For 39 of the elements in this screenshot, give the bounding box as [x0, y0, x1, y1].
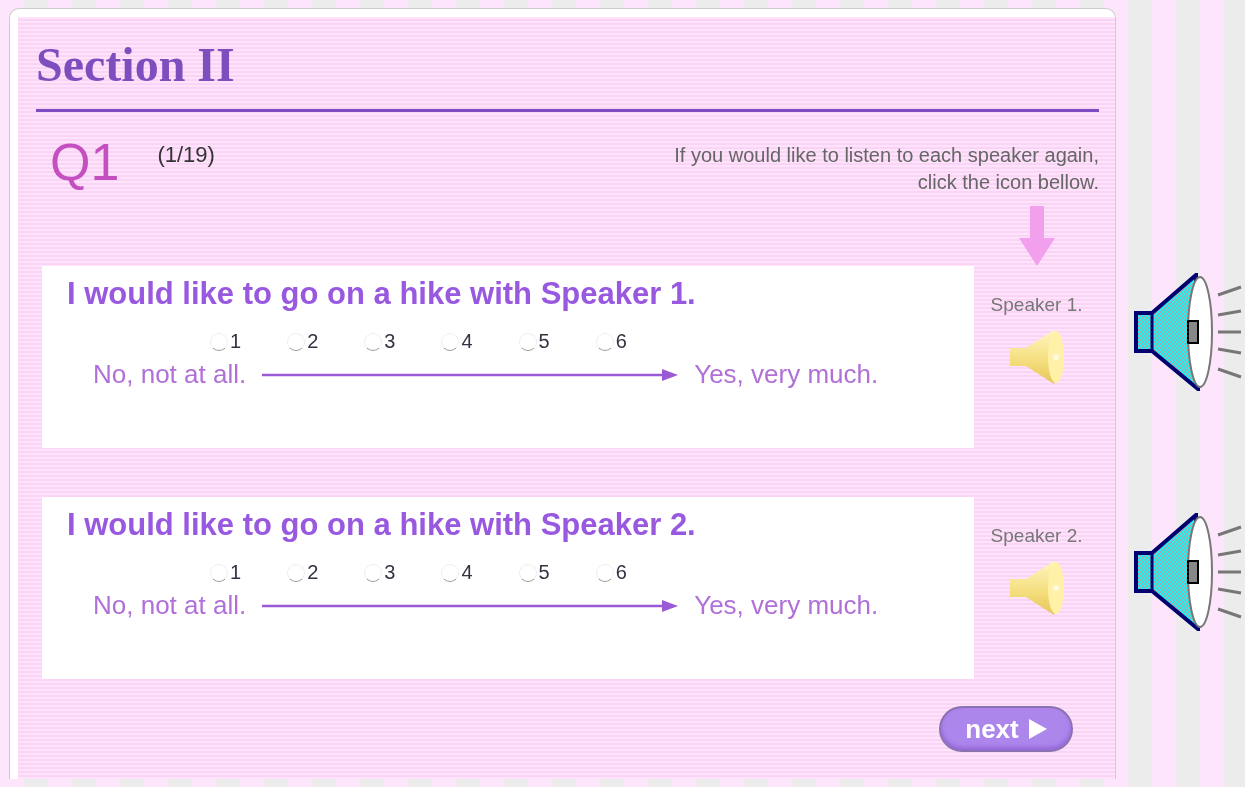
- speaker-icon[interactable]: [1134, 273, 1243, 391]
- radio-button[interactable]: [287, 563, 306, 582]
- rating-option[interactable]: 5: [518, 330, 550, 353]
- radio-button[interactable]: [364, 332, 383, 351]
- radio-button[interactable]: [441, 563, 460, 582]
- rating-option[interactable]: 5: [518, 561, 550, 584]
- rating-option[interactable]: 1: [210, 330, 242, 353]
- down-arrow-icon: [1019, 206, 1055, 266]
- scale-low-label: No, not at all.: [93, 359, 247, 390]
- radio-button[interactable]: [595, 332, 614, 351]
- instruction-text: If you would like to listen to each speaker again, click the icon bellow.: [673, 143, 1099, 195]
- radio-button[interactable]: [518, 332, 537, 351]
- rating-option[interactable]: 3: [364, 330, 396, 353]
- radio-button[interactable]: [441, 332, 460, 351]
- speaker-label: Speaker 2.: [990, 525, 1083, 547]
- speaker-icon[interactable]: [1134, 513, 1243, 631]
- scale-high-label: Yes, very much.: [694, 359, 879, 390]
- rating-option[interactable]: 2: [287, 330, 319, 353]
- scale-low-label: No, not at all.: [93, 590, 247, 621]
- rating-option[interactable]: 4: [441, 561, 473, 584]
- radio-button[interactable]: [364, 563, 383, 582]
- radio-button[interactable]: [287, 332, 306, 351]
- rating-option[interactable]: 3: [364, 561, 396, 584]
- scale-high-label: Yes, very much.: [694, 590, 879, 621]
- statement-text: I would like to go on a hike with Speaker 2.: [67, 506, 697, 544]
- radio-button[interactable]: [518, 563, 537, 582]
- rating-option[interactable]: 2: [287, 561, 319, 584]
- rating-option[interactable]: 4: [441, 330, 473, 353]
- speaker-label: Speaker 1.: [990, 294, 1083, 316]
- rating-option[interactable]: 6: [595, 330, 627, 353]
- rating-option[interactable]: 6: [595, 561, 627, 584]
- statement-text: I would like to go on a hike with Speaker 1.: [67, 275, 697, 313]
- play-icon: [1028, 719, 1047, 739]
- radio-button[interactable]: [210, 563, 228, 582]
- radio-button[interactable]: [210, 332, 228, 351]
- radio-button[interactable]: [595, 563, 614, 582]
- question-number: Q1: [50, 134, 120, 190]
- rating-option[interactable]: 1: [210, 561, 242, 584]
- section-title: Section II: [36, 37, 235, 93]
